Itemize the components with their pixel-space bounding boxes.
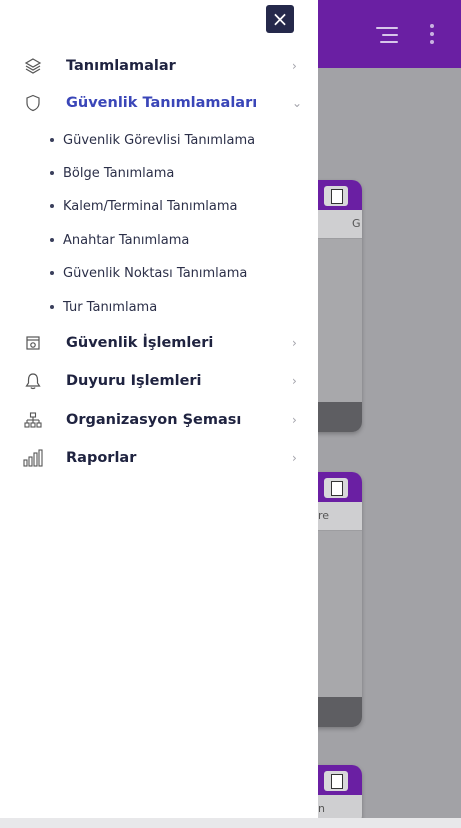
excel-export-icon[interactable] <box>324 478 348 498</box>
bullet-icon <box>50 305 54 309</box>
submenu-item-label: Bölge Tanımlama <box>63 165 175 181</box>
bullet-icon <box>50 204 54 208</box>
menu-item-tanimlamalar[interactable]: Tanımlamalar › <box>0 49 318 83</box>
chevron-right-icon: › <box>292 59 297 73</box>
menu-item-organizasyon-semasi[interactable]: Organizasyon Şeması › <box>0 403 318 437</box>
bell-icon <box>23 371 43 391</box>
menu-item-guvenlik-islemleri[interactable]: Güvenlik İşlemleri › <box>0 326 318 360</box>
table-header-cell: re <box>318 509 330 522</box>
menu-item-raporlar[interactable]: Raporlar › <box>0 441 318 475</box>
excel-export-icon[interactable] <box>324 186 348 206</box>
table-header-cell: G <box>352 217 361 230</box>
chevron-right-icon: › <box>292 451 297 465</box>
more-options-icon[interactable] <box>430 24 434 48</box>
menu-item-label: Güvenlik Tanımlamaları <box>66 95 258 111</box>
bottom-strip <box>0 818 461 828</box>
menu-item-label: Raporlar <box>66 450 137 466</box>
submenu-item-guvenlik-noktasi[interactable]: Güvenlik Noktası Tanımlama <box>0 258 318 288</box>
bullet-icon <box>50 238 54 242</box>
hamburger-menu-icon[interactable] <box>376 27 398 43</box>
close-drawer-button[interactable]: × <box>266 5 294 33</box>
safe-icon <box>23 333 43 353</box>
menu-item-label: Tanımlamalar <box>66 58 176 74</box>
chevron-right-icon: › <box>292 374 297 388</box>
excel-export-icon[interactable] <box>324 771 348 791</box>
bullet-icon <box>50 171 54 175</box>
submenu-item-anahtar[interactable]: Anahtar Tanımlama <box>0 225 318 255</box>
shield-icon <box>23 93 43 113</box>
bullet-icon <box>50 138 54 142</box>
bar-chart-icon <box>23 448 43 468</box>
submenu-item-label: Güvenlik Noktası Tanımlama <box>63 265 248 281</box>
bullet-icon <box>50 271 54 275</box>
submenu-item-label: Kalem/Terminal Tanımlama <box>63 198 238 214</box>
org-chart-icon <box>23 410 43 430</box>
submenu-item-label: Tur Tanımlama <box>63 299 158 315</box>
submenu-item-label: Güvenlik Görevlisi Tanımlama <box>63 132 256 148</box>
chevron-right-icon: › <box>292 336 297 350</box>
submenu-item-bolge[interactable]: Bölge Tanımlama <box>0 158 318 188</box>
menu-item-label: Organizasyon Şeması <box>66 412 242 428</box>
chevron-right-icon: › <box>292 413 297 427</box>
submenu-item-label: Anahtar Tanımlama <box>63 232 190 248</box>
submenu-item-kalem-terminal[interactable]: Kalem/Terminal Tanımlama <box>0 191 318 221</box>
table-header-cell: n <box>318 802 325 815</box>
menu-item-guvenlik-tanimlamalari[interactable]: Güvenlik Tanımlamaları ⌄ <box>0 86 318 120</box>
submenu-item-guvenlik-gorevlisi[interactable]: Güvenlik Görevlisi Tanımlama <box>0 125 318 155</box>
navigation-drawer: × Tanımlamalar › Güvenlik Tanımlamaları … <box>0 0 318 828</box>
menu-item-duyuru-islemleri[interactable]: Duyuru Işlemleri › <box>0 364 318 398</box>
submenu-item-tur[interactable]: Tur Tanımlama <box>0 292 318 322</box>
menu-item-label: Güvenlik İşlemleri <box>66 335 214 351</box>
layers-icon <box>23 56 43 76</box>
menu-item-label: Duyuru Işlemleri <box>66 373 202 389</box>
chevron-down-icon: ⌄ <box>292 96 303 110</box>
